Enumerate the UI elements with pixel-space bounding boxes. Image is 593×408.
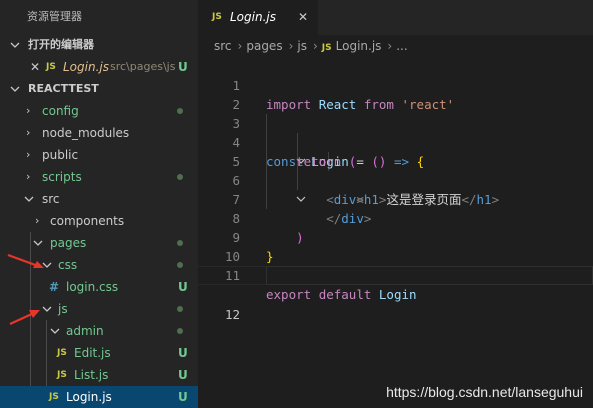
status-dot — [177, 174, 183, 180]
tree-label: admin — [66, 324, 104, 338]
code-token: Login — [378, 287, 417, 302]
code-line: 10 — [198, 228, 593, 264]
breadcrumb-item[interactable]: Login.js — [336, 39, 382, 53]
tree-folder-components[interactable]: › components — [0, 210, 198, 232]
line-number: 12 — [224, 307, 240, 322]
breadcrumb-item[interactable]: src — [214, 39, 232, 53]
open-editor-filename: Login.js — [63, 60, 109, 74]
js-file-icon: JS — [212, 12, 222, 22]
breadcrumb-item[interactable]: js — [297, 39, 307, 53]
chevron-right-icon: › — [26, 126, 31, 139]
open-editor-item-login[interactable]: ✕ JS Login.js src\pages\js U — [0, 56, 198, 78]
tree-label: js — [58, 302, 68, 316]
js-file-icon: JS — [57, 348, 67, 358]
status-dot — [177, 306, 183, 312]
code-line: 9 } — [198, 209, 593, 264]
css-file-icon: # — [49, 280, 60, 294]
breadcrumb: src › pages › js › JS Login.js ›... — [198, 35, 593, 57]
explorer-sidebar: 资源管理器 打开的编辑器 ✕ JS Login.js src\pages\js … — [0, 0, 198, 408]
tree-folder-config[interactable]: › config — [0, 100, 198, 122]
watermark: https://blog.csdn.net/lanseguhui — [386, 384, 583, 400]
tree-label: pages — [50, 236, 87, 250]
tree-label: node_modules — [42, 126, 130, 140]
tree-label: Edit.js — [74, 346, 111, 360]
code-line-current: 12 — [198, 266, 593, 322]
current-line-highlight — [266, 266, 593, 285]
tree-folder-public[interactable]: › public — [0, 144, 198, 166]
status-dot — [177, 108, 183, 114]
tree-folder-scripts[interactable]: › scripts — [0, 166, 198, 188]
chevron-right-icon: › — [288, 39, 294, 53]
tab-bar: JS Login.js ✕ — [198, 0, 593, 35]
js-file-icon: JS — [57, 370, 67, 380]
code-line: 2 — [198, 76, 593, 112]
code-token: default — [318, 287, 372, 302]
chevron-right-icon: › — [35, 214, 40, 227]
tree-label: public — [42, 148, 79, 162]
tree-label: List.js — [74, 368, 109, 382]
tree-label: css — [58, 258, 78, 272]
tree-file-login-css[interactable]: # login.css U — [0, 276, 198, 298]
chevron-right-icon: › — [312, 39, 318, 53]
chevron-right-icon: › — [26, 148, 31, 161]
code-line: 5 <div> — [198, 133, 593, 207]
tree-file-login-js[interactable]: JS Login.js U — [0, 386, 198, 408]
tree-folder-node-modules[interactable]: › node_modules — [0, 122, 198, 144]
chevron-right-icon: › — [387, 39, 393, 53]
explorer-title: 资源管理器 — [27, 10, 82, 23]
js-file-icon: JS — [46, 62, 56, 72]
tree-label: Login.js — [66, 390, 112, 404]
code-line: 6 <h1>这是登录页面</h1> — [198, 152, 593, 207]
chevron-right-icon: › — [26, 104, 31, 117]
status-dot — [177, 262, 183, 268]
code-line: 7 </div> — [198, 171, 593, 226]
untracked-badge: U — [178, 346, 188, 360]
untracked-badge: U — [178, 60, 188, 74]
code-line: 8 ) — [198, 190, 593, 245]
chevron-right-icon: › — [26, 170, 31, 183]
tab-label: Login.js — [230, 10, 276, 24]
editor-area: JS Login.js ✕ src › pages › js › JS Login.js ›..… — [198, 0, 593, 408]
status-dot — [177, 328, 183, 334]
tree-label: config — [42, 104, 79, 118]
breadcrumb-item[interactable]: ... — [396, 39, 407, 53]
tree-folder-admin[interactable]: admin — [0, 320, 198, 342]
tree-folder-js[interactable]: js — [0, 298, 198, 320]
tree-folder-pages[interactable]: pages — [0, 232, 198, 254]
open-editors-label: 打开的编辑器 — [28, 38, 94, 51]
status-dot — [177, 240, 183, 246]
breadcrumb-item[interactable]: pages — [246, 39, 282, 53]
close-icon[interactable]: ✕ — [30, 56, 40, 78]
tree-label: src — [42, 192, 60, 206]
code-line: 11 export default Login — [198, 247, 593, 302]
open-editors-header[interactable]: 打开的编辑器 — [0, 34, 198, 56]
project-name: REACTTEST — [28, 82, 99, 95]
untracked-badge: U — [178, 368, 188, 382]
project-header[interactable]: REACTTEST — [0, 78, 198, 100]
tab-login-js[interactable]: JS Login.js ✕ — [198, 0, 318, 35]
tree-file-list-js[interactable]: JS List.js U — [0, 364, 198, 386]
tree-label: components — [50, 214, 125, 228]
code-line: 4 return ( — [198, 114, 593, 169]
code-line: 3 const Login = () => { — [198, 95, 593, 169]
code-line: 1 import React from 'react' — [198, 57, 593, 112]
js-file-icon: JS — [321, 43, 332, 53]
open-editor-path: src\pages\js — [110, 60, 176, 73]
js-file-icon: JS — [49, 392, 59, 402]
tree-label: scripts — [42, 170, 82, 184]
untracked-badge: U — [178, 280, 188, 294]
tree-label: login.css — [66, 280, 119, 294]
tree-folder-src[interactable]: src — [0, 188, 198, 210]
code-token: export — [266, 287, 312, 302]
close-icon[interactable]: ✕ — [298, 0, 308, 35]
tree-folder-css[interactable]: css — [0, 254, 198, 276]
tree-file-edit-js[interactable]: JS Edit.js U — [0, 342, 198, 364]
chevron-right-icon: › — [237, 39, 243, 53]
untracked-badge: U — [178, 390, 188, 404]
code-editor[interactable]: 1 import React from 'react' 2 3 const Lo… — [198, 57, 593, 322]
